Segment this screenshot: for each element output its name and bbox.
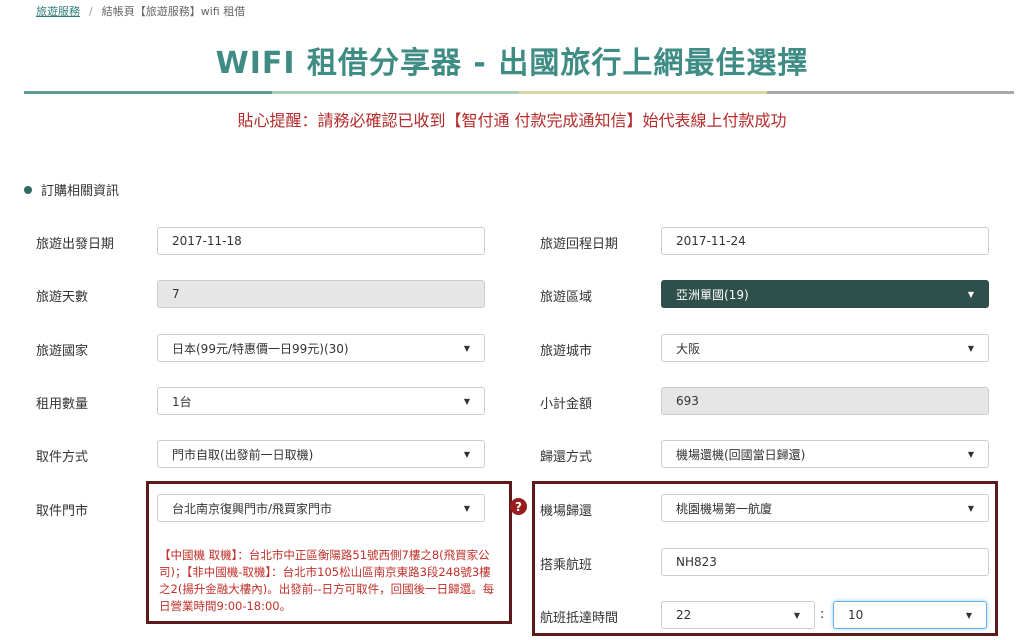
chevron-down-icon: ▼ [967, 343, 974, 353]
divider-segment-1 [24, 91, 272, 94]
return-date-label: 旅遊回程日期 [540, 237, 619, 252]
subtotal-field: 693 [661, 387, 989, 415]
region-select[interactable]: 亞洲單國(19) ▼ [661, 280, 989, 308]
city-value: 大阪 [676, 341, 701, 356]
arrival-minute-value: 10 [848, 608, 864, 622]
flight-label: 搭乘航班 [540, 558, 593, 573]
country-select[interactable]: 日本(99元/特惠價一日99元)(30) ▼ [157, 334, 485, 362]
flight-value: NH823 [676, 555, 717, 569]
chevron-down-icon: ▼ [463, 449, 470, 459]
airport-return-select[interactable]: 桃園機場第一航廈 ▼ [661, 494, 989, 522]
days-value: 7 [172, 287, 180, 301]
chevron-down-icon: ▼ [793, 610, 800, 620]
chevron-down-icon: ▼ [967, 503, 974, 513]
time-separator: : [820, 607, 825, 622]
arrival-hour-value: 22 [676, 608, 692, 622]
country-value: 日本(99元/特惠價一日99元)(30) [172, 341, 349, 356]
bullet-icon [24, 185, 32, 194]
divider-segment-4 [766, 91, 1014, 94]
chevron-down-icon: ▼ [965, 610, 972, 620]
depart-date-label: 旅遊出發日期 [36, 237, 115, 252]
payment-notice: 貼心提醒：請務必確認已收到【智付通 付款完成通知信】始代表線上付款成功 [237, 111, 787, 130]
flight-input[interactable]: NH823 [661, 548, 989, 576]
days-label: 旅遊天數 [36, 290, 89, 305]
pickup-method-label: 取件方式 [36, 450, 89, 465]
arrival-minute-select[interactable]: 10 ▼ [833, 601, 987, 629]
title-divider [24, 91, 1014, 94]
depart-date-input[interactable]: 2017-11-18 [157, 227, 485, 255]
return-method-value: 機場還機(回國當日歸還) [676, 447, 806, 462]
return-method-select[interactable]: 機場還機(回國當日歸還) ▼ [661, 440, 989, 468]
chevron-down-icon: ▼ [463, 503, 470, 513]
help-icon[interactable]: ? [510, 498, 527, 515]
return-date-input[interactable]: 2017-11-24 [661, 227, 989, 255]
breadcrumb-home-link[interactable]: 旅遊服務 [36, 5, 80, 18]
arrival-hour-select[interactable]: 22 ▼ [661, 601, 815, 629]
region-value: 亞洲單國(19) [676, 287, 749, 302]
pickup-method-value: 門市自取(出發前一日取機) [172, 447, 314, 462]
city-select[interactable]: 大阪 ▼ [661, 334, 989, 362]
pickup-store-label: 取件門市 [36, 504, 89, 519]
depart-date-value: 2017-11-18 [172, 234, 242, 248]
airport-return-value: 桃園機場第一航廈 [676, 501, 773, 516]
city-label: 旅遊城市 [540, 344, 593, 359]
pickup-store-value: 台北南京復興門市/飛買家門市 [172, 501, 333, 516]
days-field: 7 [157, 280, 485, 308]
airport-return-label: 機場歸還 [540, 504, 593, 519]
section-header: 訂購相關資訊 [24, 180, 119, 199]
return-method-label: 歸還方式 [540, 450, 593, 465]
pickup-method-select[interactable]: 門市自取(出發前一日取機) ▼ [157, 440, 485, 468]
breadcrumb: 旅遊服務 / 結帳頁【旅遊服務】wifi 租借 [36, 3, 245, 19]
chevron-down-icon: ▼ [463, 396, 470, 406]
divider-segment-3 [519, 91, 767, 94]
country-label: 旅遊國家 [36, 344, 89, 359]
return-date-value: 2017-11-24 [676, 234, 746, 248]
region-label: 旅遊區域 [540, 290, 593, 305]
pickup-store-select[interactable]: 台北南京復興門市/飛買家門市 ▼ [157, 494, 485, 522]
section-title: 訂購相關資訊 [41, 184, 120, 199]
arrival-time-label: 航班抵達時間 [540, 611, 619, 626]
chevron-down-icon: ▼ [463, 343, 470, 353]
breadcrumb-separator: / [89, 5, 93, 18]
chevron-down-icon: ▼ [967, 289, 974, 299]
quantity-label: 租用數量 [36, 397, 89, 412]
subtotal-value: 693 [676, 394, 699, 408]
quantity-value: 1台 [172, 394, 192, 409]
page-title: WIFI 租借分享器 - 出國旅行上網最佳選擇 [215, 46, 809, 81]
chevron-down-icon: ▼ [967, 449, 974, 459]
divider-segment-2 [271, 91, 519, 94]
store-info-text: 【中國機 取機】：台北市中正區衡陽路51號西側7樓之8(飛買家公司)；【非中國機… [159, 548, 495, 613]
subtotal-label: 小計金額 [540, 397, 593, 412]
breadcrumb-current: 結帳頁【旅遊服務】wifi 租借 [101, 5, 246, 18]
quantity-select[interactable]: 1台 ▼ [157, 387, 485, 415]
